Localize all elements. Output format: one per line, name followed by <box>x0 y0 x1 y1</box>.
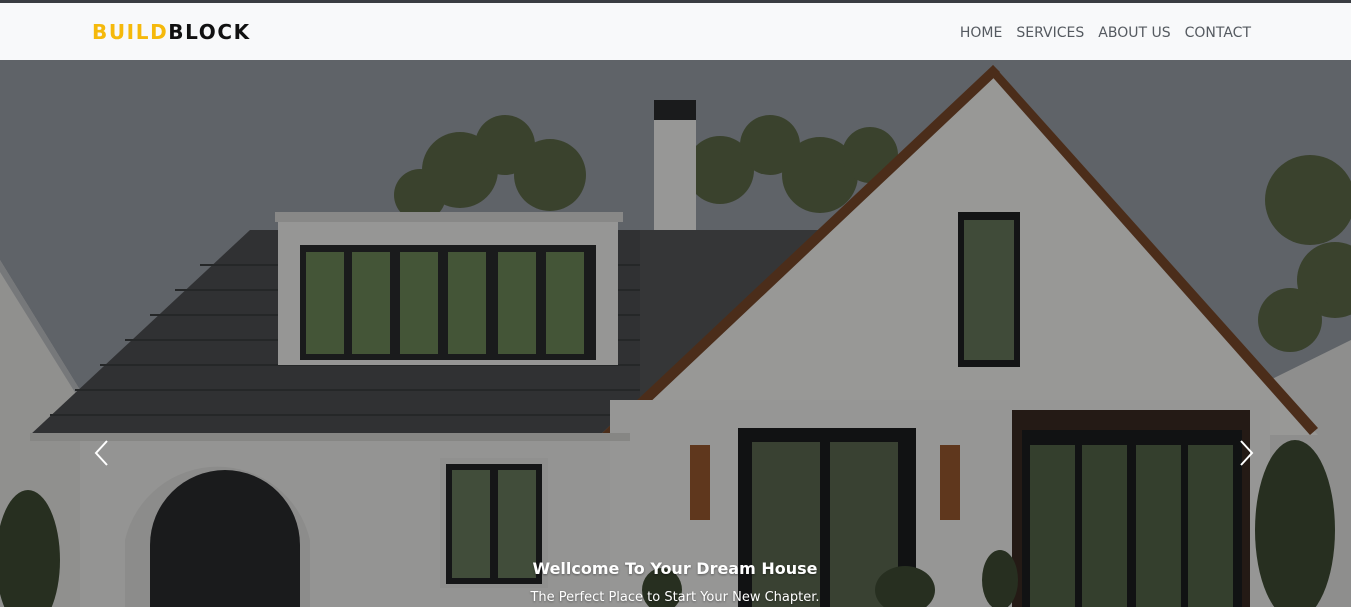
carousel-caption-title: Wellcome To Your Dream House <box>532 559 818 578</box>
carousel-caption: Wellcome To Your Dream House The Perfect… <box>375 558 975 607</box>
brand-logo[interactable]: BUILDBLOCK <box>92 19 251 45</box>
chevron-left-icon <box>94 440 108 466</box>
carousel-next-button[interactable] <box>1227 436 1267 470</box>
nav-link-home[interactable]: HOME <box>960 25 1002 41</box>
navbar: BUILDBLOCK HOME SERVICES ABOUT US CONTAC… <box>0 3 1351 60</box>
brand-logo-part1: BUILD <box>92 20 169 44</box>
carousel-prev-button[interactable] <box>81 436 121 470</box>
nav-item-contact: CONTACT <box>1185 22 1251 43</box>
hero-dark-overlay <box>0 60 1351 607</box>
hero-carousel: Wellcome To Your Dream House The Perfect… <box>0 60 1351 607</box>
nav-link-about[interactable]: ABOUT US <box>1098 25 1170 41</box>
nav-menu: HOME SERVICES ABOUT US CONTACT <box>960 22 1251 43</box>
nav-link-contact[interactable]: CONTACT <box>1185 25 1251 41</box>
carousel-caption-subtitle: The Perfect Place to Start Your New Chap… <box>530 590 820 605</box>
brand-logo-part2: BLOCK <box>168 20 251 44</box>
nav-item-about: ABOUT US <box>1098 22 1170 43</box>
nav-item-home: HOME <box>960 22 1002 43</box>
nav-item-services: SERVICES <box>1016 22 1084 43</box>
nav-link-services[interactable]: SERVICES <box>1016 25 1084 41</box>
chevron-right-icon <box>1240 440 1254 466</box>
